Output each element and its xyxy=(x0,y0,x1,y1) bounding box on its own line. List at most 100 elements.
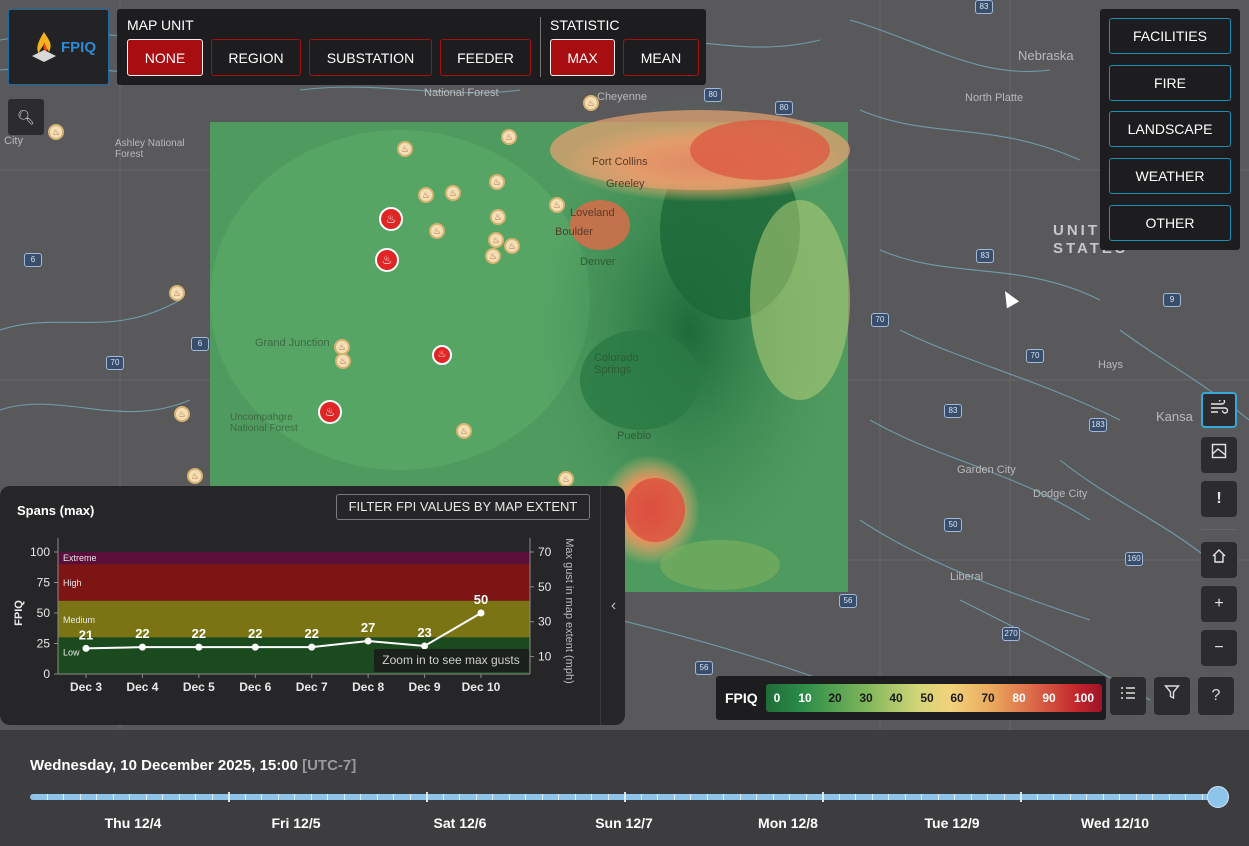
legend-tick: 10 xyxy=(798,691,812,705)
timeline-tick xyxy=(970,794,972,800)
chart-data-point xyxy=(82,644,90,652)
legend-tick: 100 xyxy=(1073,691,1095,705)
fire-marker[interactable]: ♨ xyxy=(429,223,445,239)
fire-marker[interactable]: ♨ xyxy=(490,209,506,225)
fire-marker[interactable]: ♨ xyxy=(504,238,520,254)
fire-marker[interactable]: ♨ xyxy=(501,129,517,145)
legend-tick: 60 xyxy=(950,691,964,705)
wind-toggle-button[interactable] xyxy=(1201,392,1237,428)
collapse-panel-button[interactable]: ‹ xyxy=(600,486,626,725)
layer-landscape-button[interactable]: LANDSCAPE xyxy=(1109,111,1231,147)
chart-y2-tick-label: 10 xyxy=(538,650,552,664)
timeline-slider-handle[interactable] xyxy=(1207,786,1229,808)
timeline-tick xyxy=(96,794,97,800)
home-button[interactable] xyxy=(1201,542,1237,578)
fire-marker[interactable]: ♨ xyxy=(418,187,434,203)
label-colorado-springs: Colorado Springs xyxy=(594,352,639,376)
road-shield: 83 xyxy=(976,249,994,263)
fire-marker[interactable]: ♨ xyxy=(489,174,505,190)
fire-marker[interactable]: ♨ xyxy=(397,141,413,157)
timeline-tick xyxy=(690,794,691,800)
chart-band-label: High xyxy=(63,578,82,588)
timeline-tick xyxy=(343,794,345,800)
legend-list-button[interactable] xyxy=(1110,677,1146,715)
legend-tick: 30 xyxy=(859,691,873,705)
chart-x-tick-label: Dec 9 xyxy=(409,680,441,694)
timeline-tick xyxy=(376,794,378,800)
timeline-tick xyxy=(1086,794,1087,800)
timeline-tick xyxy=(492,794,493,800)
timeline-tick xyxy=(1201,794,1203,800)
timeline-tick xyxy=(442,794,444,800)
chart-data-point xyxy=(477,609,485,617)
chart-y-tick-label: 0 xyxy=(43,667,50,681)
statistic-max-button[interactable]: MAX xyxy=(550,39,615,76)
chart-data-label: 23 xyxy=(417,625,431,640)
timeline-day-label: Tue 12/9 xyxy=(924,815,980,831)
timeline-day-label: Sun 12/7 xyxy=(595,815,653,831)
timeline-tick xyxy=(624,792,626,802)
chart-band-extreme xyxy=(58,552,530,565)
app-logo[interactable]: FPIQ xyxy=(8,9,109,85)
chart-y-tick-label: 25 xyxy=(37,637,51,651)
fire-marker[interactable]: ♨ xyxy=(48,124,64,140)
layer-other-button[interactable]: OTHER xyxy=(1109,205,1231,241)
fire-marker[interactable]: ♨ xyxy=(445,185,461,201)
alerts-button[interactable]: ! xyxy=(1201,481,1237,517)
layer-fire-button[interactable]: FIRE xyxy=(1109,65,1231,101)
fire-marker[interactable]: ♨ xyxy=(174,406,190,422)
fire-marker[interactable]: ♨ xyxy=(488,232,504,248)
fire-marker[interactable]: ♨ xyxy=(558,471,574,487)
timeline-tick xyxy=(228,792,230,802)
zoom-out-button[interactable]: − xyxy=(1201,630,1237,666)
layer-weather-button[interactable]: WEATHER xyxy=(1109,158,1231,194)
fire-marker[interactable]: ♨ xyxy=(485,248,501,264)
label-pueblo: Pueblo xyxy=(617,430,652,442)
legend-filter-button[interactable] xyxy=(1154,677,1190,715)
chart-data-point xyxy=(364,637,372,645)
map-unit-none-button[interactable]: NONE xyxy=(127,39,203,76)
timeline-tick xyxy=(1119,794,1120,800)
chart-data-point xyxy=(195,643,203,651)
chart-data-point xyxy=(251,643,259,651)
datetime-label: Wednesday, 10 December 2025, 15:00 xyxy=(30,757,298,774)
active-fire-marker[interactable]: ♨ xyxy=(375,248,399,272)
legend-tick: 80 xyxy=(1012,691,1026,705)
logo-text: FPIQ xyxy=(61,39,97,56)
timeline-tick xyxy=(1036,794,1038,800)
search-button[interactable]: 🔍︎ xyxy=(8,99,44,135)
map-unit-substation-button[interactable]: SUBSTATION xyxy=(309,39,432,76)
statistic-mean-button[interactable]: MEAN xyxy=(623,39,699,76)
map-unit-feeder-button[interactable]: FEEDER xyxy=(440,39,531,76)
fire-marker[interactable]: ♨ xyxy=(169,285,185,301)
active-fire-marker[interactable]: ♨ xyxy=(318,400,342,424)
chart-x-tick-label: Dec 10 xyxy=(462,680,501,694)
map-unit-region-button[interactable]: REGION xyxy=(211,39,301,76)
chart-data-point xyxy=(308,643,316,651)
layer-facilities-button[interactable]: FACILITIES xyxy=(1109,18,1231,54)
road-shield: 80 xyxy=(775,101,793,115)
fire-marker[interactable]: ♨ xyxy=(583,95,599,111)
road-shield: 70 xyxy=(871,313,889,327)
fire-marker[interactable]: ♨ xyxy=(335,353,351,369)
timeline-tick xyxy=(277,794,279,800)
active-fire-marker[interactable]: ♨ xyxy=(379,207,403,231)
timeline-tick xyxy=(1152,794,1153,800)
timeline-tick xyxy=(46,794,48,800)
timeline-tick xyxy=(63,794,64,800)
fire-marker[interactable]: ♨ xyxy=(456,423,472,439)
timeline-tick xyxy=(723,794,724,800)
help-button[interactable]: ? xyxy=(1198,677,1234,715)
chart-data-label: 21 xyxy=(79,627,93,642)
fire-marker[interactable]: ♨ xyxy=(187,468,203,484)
basemap-button[interactable] xyxy=(1201,437,1237,473)
panel-divider xyxy=(540,17,541,77)
active-fire-marker[interactable]: ♨ xyxy=(432,345,452,365)
timeline-tick xyxy=(954,794,955,800)
fire-marker[interactable]: ♨ xyxy=(549,197,565,213)
list-icon xyxy=(1121,687,1135,699)
chart-y-tick-label: 75 xyxy=(37,576,51,590)
timeline-day-label: Mon 12/8 xyxy=(758,815,818,831)
chevron-left-icon: ‹ xyxy=(610,597,617,614)
zoom-in-button[interactable]: + xyxy=(1201,586,1237,622)
